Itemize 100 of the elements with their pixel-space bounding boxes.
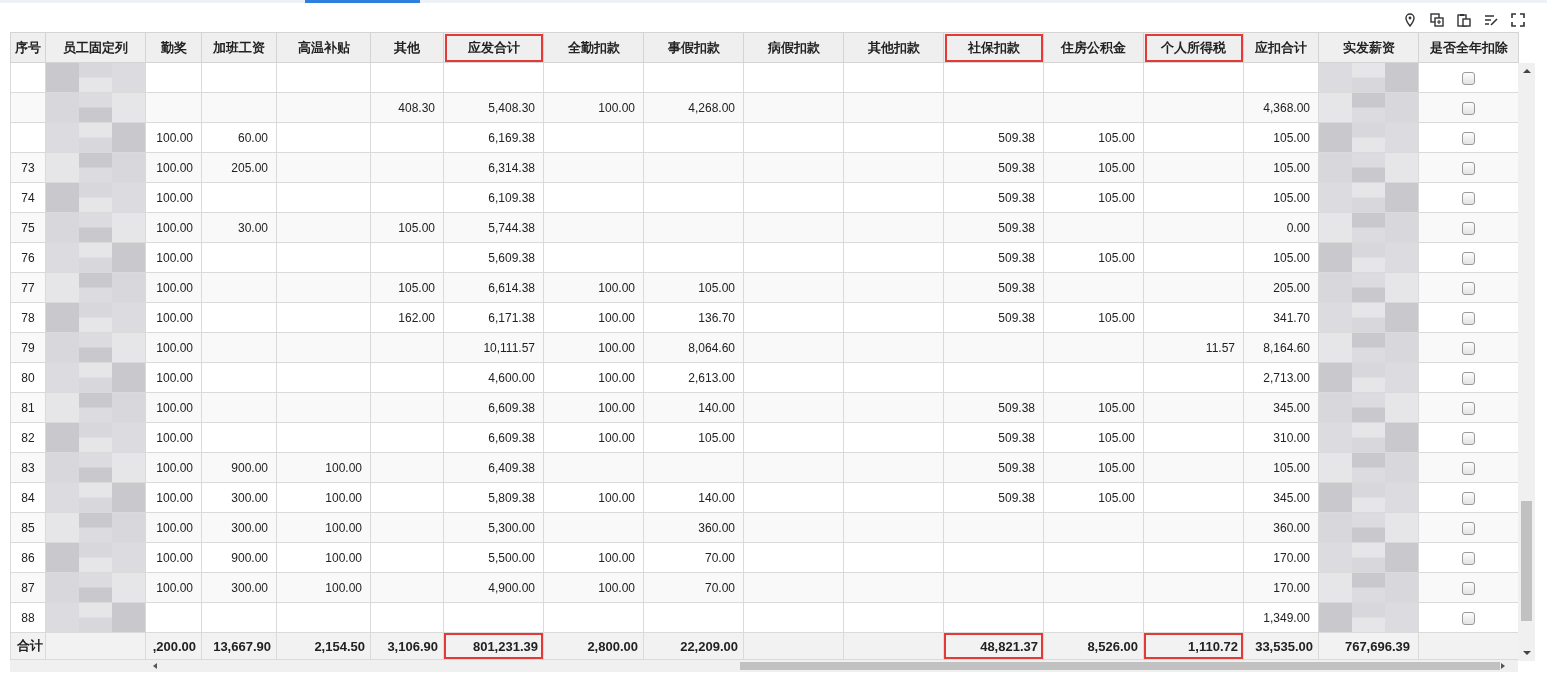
checkbox[interactable]	[1462, 401, 1475, 415]
checkbox[interactable]	[1462, 71, 1475, 85]
edit-lines-icon[interactable]	[1484, 13, 1498, 27]
table-cell: 6,171.38	[488, 310, 535, 325]
total-cell: 22,209.00	[680, 638, 738, 654]
table-cell: 5,809.38	[488, 490, 535, 505]
checkbox[interactable]	[1462, 311, 1475, 325]
table-cell: 78	[21, 310, 35, 325]
table-cell: 2,613.00	[688, 370, 735, 385]
table-cell: 6,614.38	[488, 280, 535, 295]
column-header[interactable]: 员工固定列	[45, 32, 146, 63]
column-header[interactable]: 病假扣款	[743, 32, 844, 63]
scrollbar-thumb[interactable]	[740, 662, 1500, 670]
table-cell: 30.00	[237, 220, 268, 235]
table-cell: 509.38	[998, 130, 1035, 145]
table-cell: 100.00	[598, 580, 635, 595]
table-cell: 100.00	[598, 280, 635, 295]
total-cell: 3,106.90	[387, 638, 438, 654]
checkbox[interactable]	[1462, 461, 1475, 475]
table-cell: 100.00	[156, 490, 193, 505]
table-cell: 100.00	[598, 100, 635, 115]
scroll-down-icon[interactable]	[1523, 651, 1531, 655]
checkbox[interactable]	[1462, 341, 1475, 355]
total-cell: 48,821.37	[980, 638, 1038, 654]
table-cell: 100.00	[156, 130, 193, 145]
column-header[interactable]: 社保扣款	[943, 32, 1044, 63]
column-header[interactable]: 是否全年扣除	[1418, 32, 1519, 63]
checkbox[interactable]	[1462, 431, 1475, 445]
checkbox[interactable]	[1462, 161, 1475, 175]
column-header[interactable]: 全勤扣款	[543, 32, 644, 63]
checkbox[interactable]	[1462, 551, 1475, 565]
checkbox[interactable]	[1462, 221, 1475, 235]
table-cell: 105.00	[1098, 430, 1135, 445]
table-cell: 105.00	[698, 430, 735, 445]
table-cell: 509.38	[998, 160, 1035, 175]
checkbox[interactable]	[1462, 101, 1475, 115]
checkbox[interactable]	[1462, 281, 1475, 295]
checkbox[interactable]	[1462, 611, 1475, 625]
table-cell: 408.30	[398, 100, 435, 115]
table-cell: 5,744.38	[488, 220, 535, 235]
table-cell: 100.00	[156, 430, 193, 445]
checkbox[interactable]	[1462, 191, 1475, 205]
column-header[interactable]: 序号	[10, 32, 46, 63]
table-cell: 100.00	[156, 310, 193, 325]
column-header[interactable]: 实发薪资	[1318, 32, 1419, 63]
scroll-up-icon[interactable]	[1523, 69, 1531, 73]
table-cell: 100.00	[156, 280, 193, 295]
vertical-scrollbar[interactable]	[1518, 63, 1535, 661]
checkbox[interactable]	[1462, 131, 1475, 145]
table-cell: 100.00	[598, 490, 635, 505]
table-cell: 105.00	[1273, 460, 1310, 475]
column-header[interactable]: 高温补贴	[276, 32, 371, 63]
column-header[interactable]: 其他扣款	[843, 32, 944, 63]
table-cell: 300.00	[231, 490, 268, 505]
checkbox[interactable]	[1462, 521, 1475, 535]
table-cell: 83	[21, 460, 35, 475]
fullscreen-icon[interactable]	[1511, 13, 1525, 27]
total-cell: 13,667.90	[213, 638, 271, 654]
table-cell: 100.00	[325, 580, 362, 595]
table-cell: 87	[21, 580, 35, 595]
paste-icon[interactable]	[1457, 13, 1471, 27]
table-cell: 2,713.00	[1263, 370, 1310, 385]
table-cell: 70.00	[704, 580, 735, 595]
table-cell: 73	[21, 160, 35, 175]
column-header[interactable]: 应扣合计	[1243, 32, 1319, 63]
table-cell: 76	[21, 250, 35, 265]
table-cell: 345.00	[1273, 400, 1310, 415]
table-cell: 8,164.60	[1263, 340, 1310, 355]
column-header[interactable]: 加班工资	[201, 32, 277, 63]
table-cell: 5,300.00	[488, 520, 535, 535]
copy-add-icon[interactable]	[1430, 13, 1444, 27]
table-cell: 360.00	[1273, 520, 1310, 535]
column-header[interactable]: 事假扣款	[643, 32, 744, 63]
table-cell: 509.38	[998, 190, 1035, 205]
table-cell: 105.00	[1273, 250, 1310, 265]
checkbox[interactable]	[1462, 371, 1475, 385]
table-cell: 6,609.38	[488, 400, 535, 415]
column-header[interactable]: 应发合计	[443, 32, 544, 63]
column-header[interactable]: 住房公积金	[1043, 32, 1144, 63]
column-header[interactable]: 勤奖	[145, 32, 202, 63]
scrollbar-thumb[interactable]	[1521, 501, 1532, 621]
checkbox[interactable]	[1462, 581, 1475, 595]
table-cell: 105.00	[1273, 190, 1310, 205]
column-header[interactable]: 个人所得税	[1143, 32, 1244, 63]
table-cell: 100.00	[325, 550, 362, 565]
table-cell: 509.38	[998, 310, 1035, 325]
checkbox[interactable]	[1462, 251, 1475, 265]
table-cell: 100.00	[598, 400, 635, 415]
table-cell: 900.00	[231, 460, 268, 475]
table-cell: 100.00	[156, 190, 193, 205]
table-cell: 140.00	[698, 490, 735, 505]
table-cell: 509.38	[998, 400, 1035, 415]
horizontal-scrollbar[interactable]	[10, 660, 1518, 672]
column-header[interactable]: 其他	[370, 32, 444, 63]
table-cell: 509.38	[998, 490, 1035, 505]
table-cell: 86	[21, 550, 35, 565]
table-cell: 70.00	[704, 550, 735, 565]
checkbox[interactable]	[1462, 491, 1475, 505]
location-pin-icon[interactable]	[1403, 13, 1417, 27]
table-cell: 75	[21, 220, 35, 235]
